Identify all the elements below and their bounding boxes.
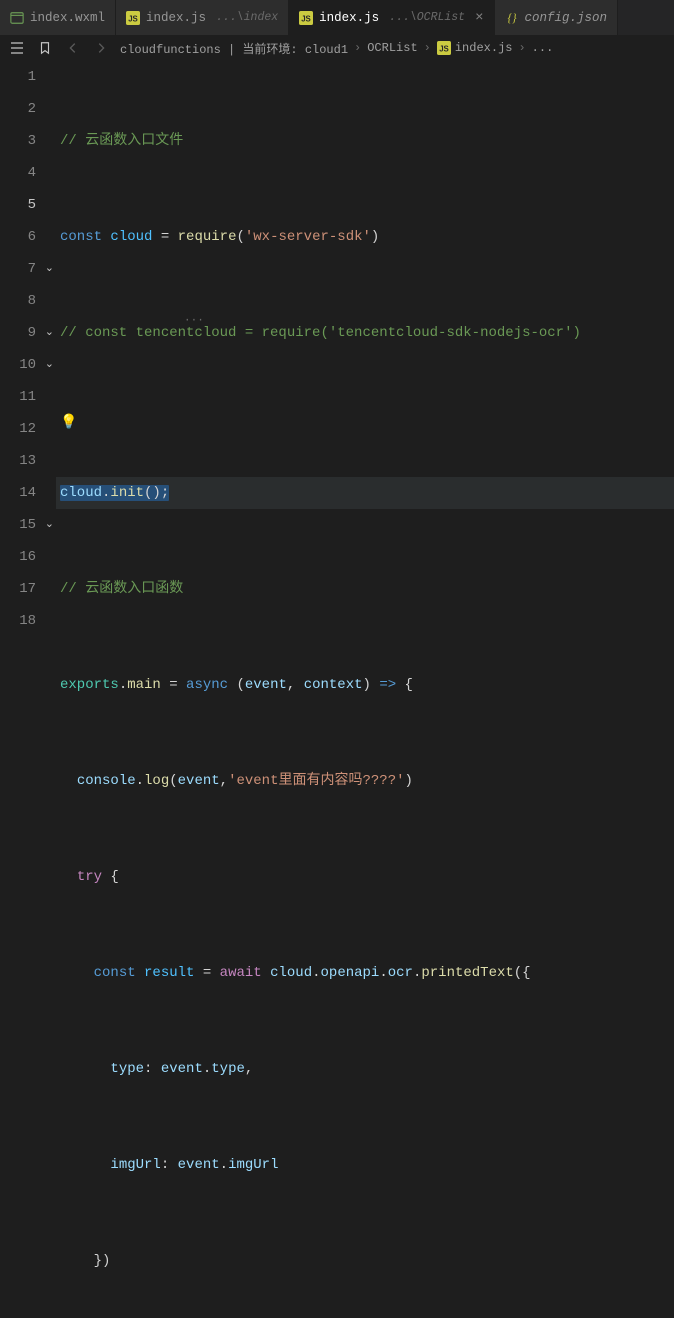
js-file-icon: JS (299, 11, 313, 25)
breadcrumb-item[interactable]: OCRList (367, 41, 417, 55)
breadcrumb-label: ... (532, 41, 554, 55)
line-number-gutter: 1234567⌄89⌄10⌄1112131415⌄161718 (0, 61, 56, 659)
js-file-icon: JS (126, 11, 140, 25)
line-number: 4 (0, 157, 56, 189)
nav-forward-icon[interactable] (92, 41, 110, 55)
editor-tab[interactable]: index.wxml (0, 0, 116, 35)
line-number: 17 (0, 573, 56, 605)
code-editor[interactable]: 1234567⌄89⌄10⌄1112131415⌄161718 // 云函数入口… (0, 61, 674, 659)
code-line: // 云函数入口文件 (56, 125, 674, 157)
editor-tabs: index.wxml JS index.js ...\index JS index.js.… (0, 0, 674, 35)
fold-chevron-icon[interactable]: ⌄ (45, 349, 54, 381)
fold-chevron-icon[interactable]: ⌄ (45, 317, 54, 349)
line-number: 1 (0, 61, 56, 93)
tab-path-suffix: ...\index (216, 11, 278, 24)
tab-label: index.wxml (30, 11, 105, 25)
code-line: const cloud = require('wx-server-sdk') (56, 221, 674, 253)
svg-text:JS: JS (301, 14, 311, 23)
editor-action-bar: cloudfunctions | 当前环境: cloud1 › OCRList › JS… (0, 35, 674, 61)
nav-back-icon[interactable] (64, 41, 82, 55)
line-number: 7⌄ (0, 253, 56, 285)
line-number: 12 (0, 413, 56, 445)
chevron-right-icon: › (424, 41, 431, 55)
editor-tab[interactable]: JS index.js ...\index (116, 0, 289, 35)
ellipsis-hint: ··· (184, 305, 204, 337)
js-file-icon: JS (437, 41, 451, 55)
line-number: 3 (0, 125, 56, 157)
line-number: 11 (0, 381, 56, 413)
code-line: // 云函数入口函数 (56, 573, 674, 605)
tab-label: config.json (525, 11, 608, 25)
svg-text:JS: JS (439, 45, 449, 54)
line-number: 8 (0, 285, 56, 317)
line-number: 15⌄ (0, 509, 56, 541)
breadcrumb-label: cloudfunctions | 当前环境: cloud1 (120, 40, 348, 57)
breadcrumb-label: index.js (455, 41, 513, 55)
breadcrumb-item[interactable]: ... (532, 41, 554, 55)
svg-text:{}: {} (507, 12, 517, 24)
tab-label: index.js (146, 11, 206, 25)
tab-path-suffix: ...\OCRList (389, 11, 465, 24)
bookmark-icon[interactable] (36, 41, 54, 55)
line-number: 2 (0, 93, 56, 125)
editor-tab[interactable]: JS index.js ...\OCRList × (289, 0, 494, 35)
code-line: }) (56, 1245, 674, 1277)
fold-chevron-icon[interactable]: ⌄ (45, 509, 54, 541)
breadcrumb-item[interactable]: cloudfunctions | 当前环境: cloud1 (120, 40, 348, 57)
list-icon[interactable] (8, 40, 26, 56)
code-area[interactable]: // 云函数入口文件 const cloud = require('wx-ser… (56, 61, 674, 659)
line-number: 14 (0, 477, 56, 509)
close-icon[interactable]: × (475, 10, 483, 26)
line-number: 16 (0, 541, 56, 573)
line-number: 18 (0, 605, 56, 637)
breadcrumb-item[interactable]: JS index.js (437, 41, 513, 55)
code-line: // const tencentcloud = require('tencent… (56, 317, 674, 349)
wxml-file-icon (10, 11, 24, 25)
line-number: 5 (0, 189, 56, 221)
breadcrumbs[interactable]: cloudfunctions | 当前环境: cloud1 › OCRList › JS… (120, 40, 666, 57)
tab-label: index.js (319, 11, 379, 25)
code-line: const result = await cloud.openapi.ocr.p… (56, 957, 674, 989)
code-line-active: cloud.init(); (56, 477, 674, 509)
code-line: type: event.type, (56, 1053, 674, 1085)
chevron-right-icon: › (518, 41, 525, 55)
line-number: 13 (0, 445, 56, 477)
code-line: console.log(event,'event里面有内容吗????') (56, 765, 674, 797)
breadcrumb-label: OCRList (367, 41, 417, 55)
svg-text:JS: JS (128, 14, 138, 23)
editor-tab[interactable]: {} config.json (495, 0, 619, 35)
fold-chevron-icon[interactable]: ⌄ (45, 253, 54, 285)
line-number: 6 (0, 221, 56, 253)
code-line: imgUrl: event.imgUrl (56, 1149, 674, 1181)
chevron-right-icon: › (354, 41, 361, 55)
code-line: exports.main = async (event, context) =>… (56, 669, 674, 701)
line-number: 10⌄ (0, 349, 56, 381)
json-file-icon: {} (505, 11, 519, 25)
line-number: 9⌄ (0, 317, 56, 349)
lightbulb-icon[interactable]: 💡 (60, 416, 77, 430)
code-line: try { (56, 861, 674, 893)
